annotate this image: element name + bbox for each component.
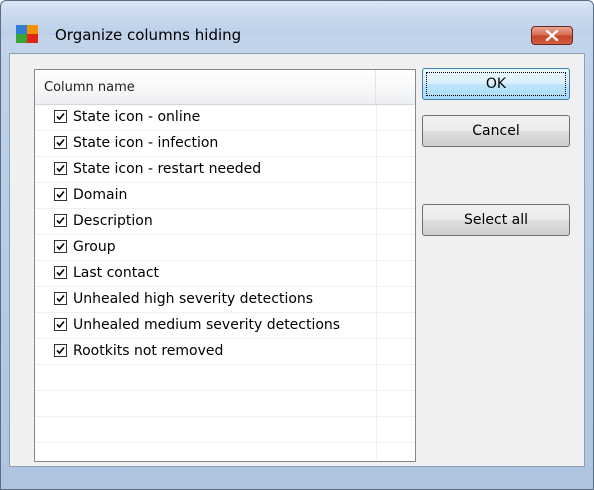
- list-item-label: Description: [73, 213, 153, 229]
- grid-line: [376, 365, 377, 391]
- dialog-window: Organize columns hiding Column name Stat…: [0, 0, 594, 490]
- grid-line: [376, 131, 377, 157]
- avg-logo-icon: [16, 25, 38, 43]
- checkbox[interactable]: [54, 292, 67, 305]
- grid-line: [376, 287, 377, 313]
- list-item[interactable]: State icon - online: [35, 105, 415, 131]
- checkbox[interactable]: [54, 240, 67, 253]
- grid-line: [376, 391, 377, 417]
- list-item[interactable]: Unhealed high severity detections: [35, 287, 415, 313]
- checkbox[interactable]: [54, 318, 67, 331]
- checkbox[interactable]: [54, 266, 67, 279]
- list-item-label: Last contact: [73, 265, 160, 281]
- grid-line: [376, 313, 377, 339]
- grid-line: [376, 443, 377, 461]
- column-name-header-label: Column name: [44, 80, 135, 95]
- list-item[interactable]: Unhealed medium severity detections: [35, 313, 415, 339]
- list-item[interactable]: Rootkits not removed: [35, 339, 415, 365]
- select-all-button[interactable]: Select all: [422, 204, 570, 236]
- list-item-label: State icon - infection: [73, 135, 219, 151]
- list-item-label: State icon - online: [73, 109, 201, 125]
- cancel-button-label: Cancel: [472, 123, 520, 139]
- list-header: Column name: [35, 70, 415, 105]
- window-title: Organize columns hiding: [55, 26, 242, 44]
- list-item[interactable]: State icon - infection: [35, 131, 415, 157]
- ok-button[interactable]: OK: [422, 68, 570, 100]
- checkbox[interactable]: [54, 188, 67, 201]
- title-bar[interactable]: Organize columns hiding: [1, 1, 593, 45]
- list-rows: State icon - online State icon - infecti…: [35, 105, 415, 461]
- list-item[interactable]: Domain: [35, 183, 415, 209]
- list-item[interactable]: Group: [35, 235, 415, 261]
- grid-line: [376, 157, 377, 183]
- checkbox[interactable]: [54, 162, 67, 175]
- grid-line: [376, 339, 377, 365]
- grid-line: [376, 105, 377, 131]
- list-item-label: Unhealed medium severity detections: [73, 317, 341, 333]
- grid-line: [376, 209, 377, 235]
- list-item[interactable]: State icon - restart needed: [35, 157, 415, 183]
- list-item[interactable]: Last contact: [35, 261, 415, 287]
- checkbox[interactable]: [54, 214, 67, 227]
- empty-row: [35, 365, 415, 391]
- grid-line: [376, 183, 377, 209]
- empty-row: [35, 391, 415, 417]
- select-all-button-label: Select all: [464, 212, 528, 228]
- list-item[interactable]: Description: [35, 209, 415, 235]
- checkbox[interactable]: [54, 344, 67, 357]
- grid-line: [376, 417, 377, 443]
- column-name-header[interactable]: Column name: [35, 70, 376, 104]
- list-item-label: Unhealed high severity detections: [73, 291, 314, 307]
- dialog-body: Column name State icon - online State ic…: [9, 53, 585, 467]
- checkbox[interactable]: [54, 110, 67, 123]
- list-item-label: Group: [73, 239, 116, 255]
- list-item-label: Domain: [73, 187, 128, 203]
- empty-row: [35, 443, 415, 461]
- grid-line: [376, 261, 377, 287]
- checkbox[interactable]: [54, 136, 67, 149]
- list-item-label: Rootkits not removed: [73, 343, 224, 359]
- columns-list[interactable]: Column name State icon - online State ic…: [34, 69, 416, 462]
- cancel-button[interactable]: Cancel: [422, 115, 570, 147]
- list-item-label: State icon - restart needed: [73, 161, 262, 177]
- close-button[interactable]: [531, 26, 573, 45]
- grid-line: [376, 235, 377, 261]
- empty-row: [35, 417, 415, 443]
- close-icon: [545, 30, 559, 41]
- ok-button-label: OK: [485, 76, 507, 92]
